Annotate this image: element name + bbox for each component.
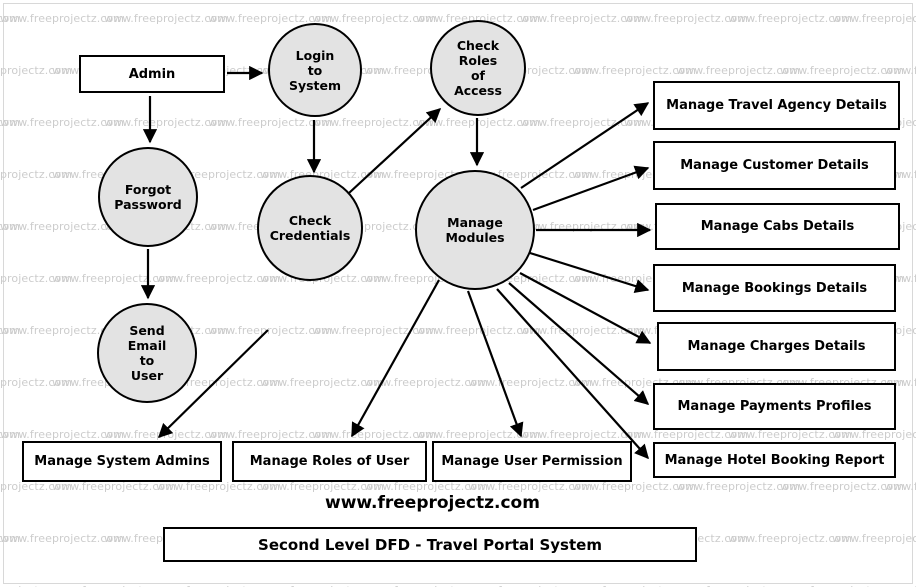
node-manage-charges-details[interactable]: Manage Charges Details [657, 322, 896, 371]
node-manage-system-admins-label: Manage System Admins [34, 454, 210, 469]
node-manage-hotel-booking-report-label: Manage Hotel Booking Report [664, 452, 885, 468]
diagram-title-box: Second Level DFD - Travel Portal System [163, 527, 697, 562]
node-forgot-password-label: Forgot Password [114, 182, 182, 212]
node-check-roles-of-access-label: Check Roles of Access [454, 38, 502, 98]
node-manage-travel-agency-details-label: Manage Travel Agency Details [666, 98, 887, 113]
node-manage-customer-details[interactable]: Manage Customer Details [653, 141, 896, 190]
node-manage-bookings-details-label: Manage Bookings Details [681, 280, 868, 296]
node-login-to-system-label: Login to System [288, 47, 342, 93]
node-admin-label: Admin [128, 66, 176, 82]
edge-manage-modules-to-payments-profiles [508, 282, 650, 405]
diagram-title-label: Second Level DFD - Travel Portal System [258, 535, 602, 554]
brand-text: www.freeprojectz.com [325, 493, 540, 513]
node-manage-roles-of-user-label: Manage Roles of User [249, 454, 410, 469]
node-check-credentials-label: Check Credentials [269, 213, 351, 243]
node-manage-charges-details-label: Manage Charges Details [687, 339, 866, 354]
edge-manage-modules-to-manage-user-permission [466, 290, 524, 438]
node-manage-system-admins[interactable]: Manage System Admins [22, 441, 222, 482]
node-manage-bookings-details[interactable]: Manage Bookings Details [653, 264, 896, 312]
node-manage-travel-agency-details[interactable]: Manage Travel Agency Details [653, 81, 900, 130]
node-check-credentials[interactable]: Check Credentials [257, 175, 363, 281]
node-login-to-system[interactable]: Login to System [268, 23, 362, 117]
node-manage-roles-of-user[interactable]: Manage Roles of User [232, 441, 427, 482]
node-send-email-to-user[interactable]: Send Email to User [97, 303, 197, 403]
node-manage-payments-profiles[interactable]: Manage Payments Profiles [653, 383, 896, 430]
node-admin[interactable]: Admin [79, 55, 225, 93]
node-manage-payments-profiles-label: Manage Payments Profiles [677, 399, 872, 414]
edge-manage-modules-to-manage-roles-of-user [351, 279, 440, 438]
node-manage-cabs-details-label: Manage Cabs Details [700, 219, 855, 234]
node-send-email-to-user-label: Send Email to User [127, 323, 167, 383]
edge-check-credentials-to-check-roles [348, 108, 442, 194]
node-manage-customer-details-label: Manage Customer Details [680, 158, 869, 173]
node-manage-hotel-booking-report[interactable]: Manage Hotel Booking Report [653, 442, 896, 478]
node-check-roles-of-access[interactable]: Check Roles of Access [430, 20, 526, 116]
diagram-layer: Admin Login to System Check Roles of Access F… [0, 0, 916, 587]
node-manage-cabs-details[interactable]: Manage Cabs Details [655, 203, 900, 250]
node-manage-modules-label: Manage Modules [445, 215, 505, 245]
node-forgot-password[interactable]: Forgot Password [98, 147, 198, 247]
edge-manage-modules-to-customer-details [532, 165, 650, 212]
edge-manage-modules-to-bookings-details [529, 251, 650, 293]
node-manage-user-permission-label: Manage User Permission [441, 454, 623, 469]
node-manage-modules[interactable]: Manage Modules [415, 170, 535, 290]
dfd-canvas: www.freeprojectz.comwww.freeprojectz.com… [0, 0, 916, 587]
node-manage-user-permission[interactable]: Manage User Permission [432, 441, 632, 482]
